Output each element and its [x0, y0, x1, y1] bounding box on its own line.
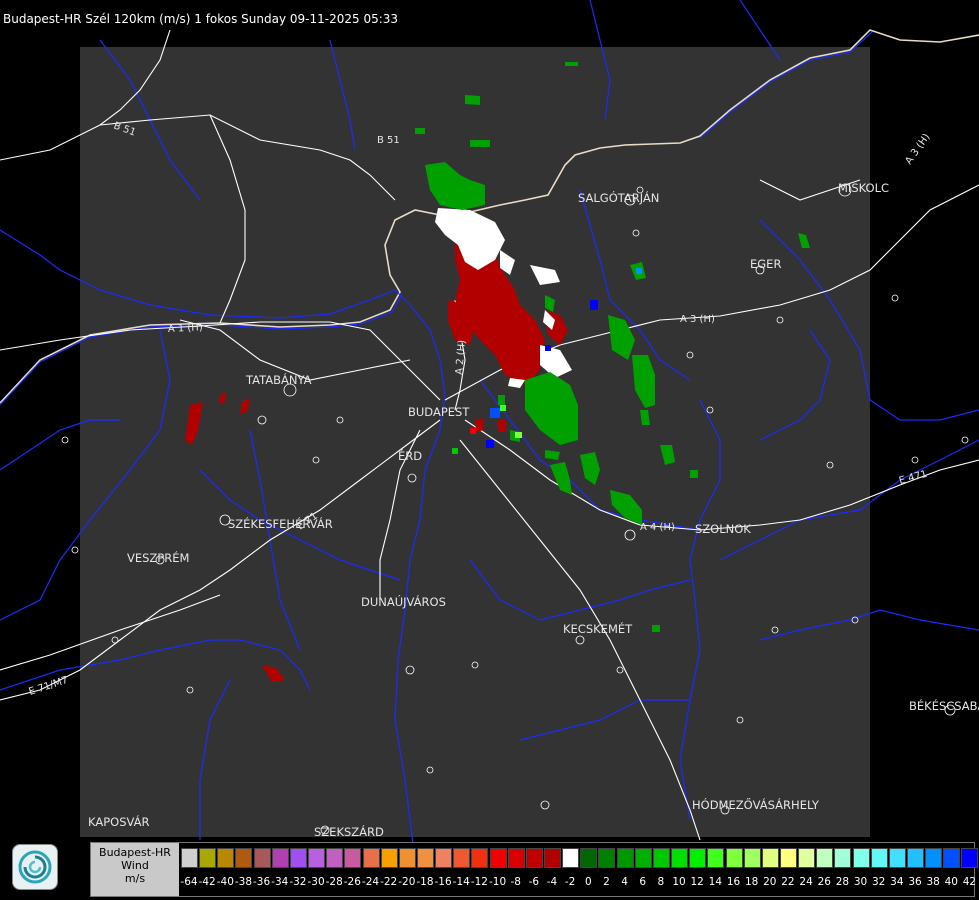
legend-swatch [416, 848, 434, 868]
map-title: Budapest-HR Szél 120km (m/s) 1 fokos Sun… [3, 12, 399, 26]
legend-title-line2: Wind [121, 859, 149, 872]
legend-swatch [852, 848, 870, 868]
legend-swatch [616, 848, 634, 868]
legend-swatch [507, 848, 525, 868]
legend-swatch [199, 848, 217, 868]
legend-swatch [398, 848, 416, 868]
legend-swatch [761, 848, 779, 868]
legend-swatch [380, 848, 398, 868]
legend-swatch [235, 848, 253, 868]
legend-tick-label: 42 [962, 876, 977, 888]
legend-swatch [779, 848, 797, 868]
city-label: SALGÓTARJÁN [578, 190, 659, 205]
legend-swatch [253, 848, 271, 868]
legend-swatch [362, 848, 380, 868]
legend-swatch [834, 848, 852, 868]
legend-swatch [907, 848, 924, 868]
legend-swatch [544, 848, 561, 868]
legend-swatch [725, 848, 743, 868]
road-label: A 4 (H) [640, 522, 675, 533]
city-label: SZEKSZÁRD [314, 824, 384, 839]
legend-swatch [870, 848, 888, 868]
legend-swatch [671, 848, 689, 868]
road-label: A 1 (H) [168, 322, 204, 335]
city-label: KECSKEMÉT [563, 621, 633, 636]
road-label: B 51 [377, 135, 400, 146]
legend-swatch [961, 848, 979, 868]
legend-swatch [634, 848, 652, 868]
legend-title-line3: m/s [124, 872, 146, 885]
met-service-swirl-icon[interactable] [12, 844, 58, 890]
legend-swatch [743, 848, 761, 868]
city-label: ÉRD [398, 448, 422, 463]
city-label: HÓDMEZŐVÁSÁRHELY [692, 797, 820, 812]
city-label: VESZPRÉM [127, 550, 189, 565]
legend-swatch [652, 848, 670, 868]
city-label: EGER [750, 257, 781, 271]
city-label: TATABÁNYA [245, 372, 312, 387]
city-label: KAPOSVÁR [88, 814, 149, 829]
radar-map[interactable]: SALGÓTARJÁN MISKOLC EGER TATABÁNYA BUDAP… [0, 0, 979, 900]
legend-title-line1: Budapest-HR [99, 846, 171, 859]
legend-swatch [888, 848, 906, 868]
road-label: A 3 (H) [903, 132, 932, 167]
legend-swatch [271, 848, 289, 868]
legend-swatch [816, 848, 834, 868]
legend-swatch [344, 848, 362, 868]
legend-swatch [289, 848, 307, 868]
city-label: SZOLNOK [695, 522, 751, 536]
legend-swatch [217, 848, 235, 868]
legend-swatch [326, 848, 344, 868]
legend-swatch [308, 848, 326, 868]
legend-swatch [562, 848, 580, 868]
legend-swatch [598, 848, 616, 868]
legend-swatch [943, 848, 961, 868]
legend-swatch [580, 848, 598, 868]
city-label: DUNAÚJVÁROS [361, 594, 446, 609]
legend-swatch [689, 848, 707, 868]
city-label: BUDAPEST [408, 405, 470, 419]
legend-swatch [453, 848, 471, 868]
legend-swatch [925, 848, 943, 868]
legend-swatch [525, 848, 543, 868]
legend-swatch [181, 848, 198, 868]
legend-swatch [435, 848, 453, 868]
legend-swatch [471, 848, 489, 868]
legend-title: Budapest-HR Wind m/s [91, 843, 179, 896]
radar-coverage-area [80, 47, 870, 837]
city-label: BÉKÉSCSABA [909, 698, 979, 713]
wind-legend: Budapest-HR Wind m/s -64 -42 -40 -38 -36 -34-… [90, 842, 979, 897]
road-label: A 3 (H) [680, 314, 715, 325]
legend-swatch [798, 848, 816, 868]
legend-swatch [707, 848, 725, 868]
road-label: E 471 [898, 469, 928, 487]
city-label: MISKOLC [838, 181, 889, 195]
legend-swatch [489, 848, 507, 868]
